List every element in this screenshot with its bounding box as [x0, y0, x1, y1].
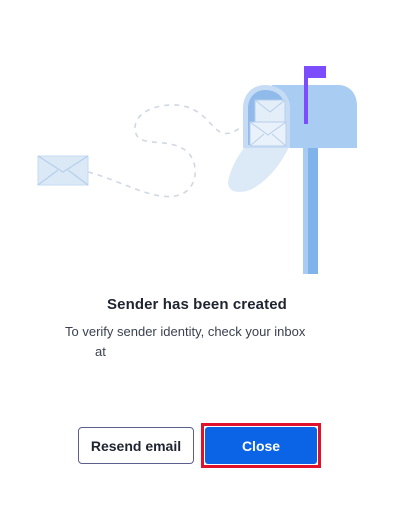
dialog-message: To verify sender identity, check your in… — [65, 322, 355, 362]
flying-envelope-icon — [37, 155, 89, 186]
mailbox-illustration — [37, 66, 357, 274]
sender-created-dialog: Sender has been created To verify sender… — [0, 0, 419, 522]
close-button[interactable]: Close — [205, 427, 317, 464]
dialog-title: Sender has been created — [107, 296, 287, 313]
resend-email-button[interactable]: Resend email — [78, 427, 194, 464]
message-line-2: at — [95, 344, 106, 359]
mailbox-icon — [243, 66, 357, 148]
message-line-1: To verify sender identity, check your in… — [65, 324, 306, 339]
